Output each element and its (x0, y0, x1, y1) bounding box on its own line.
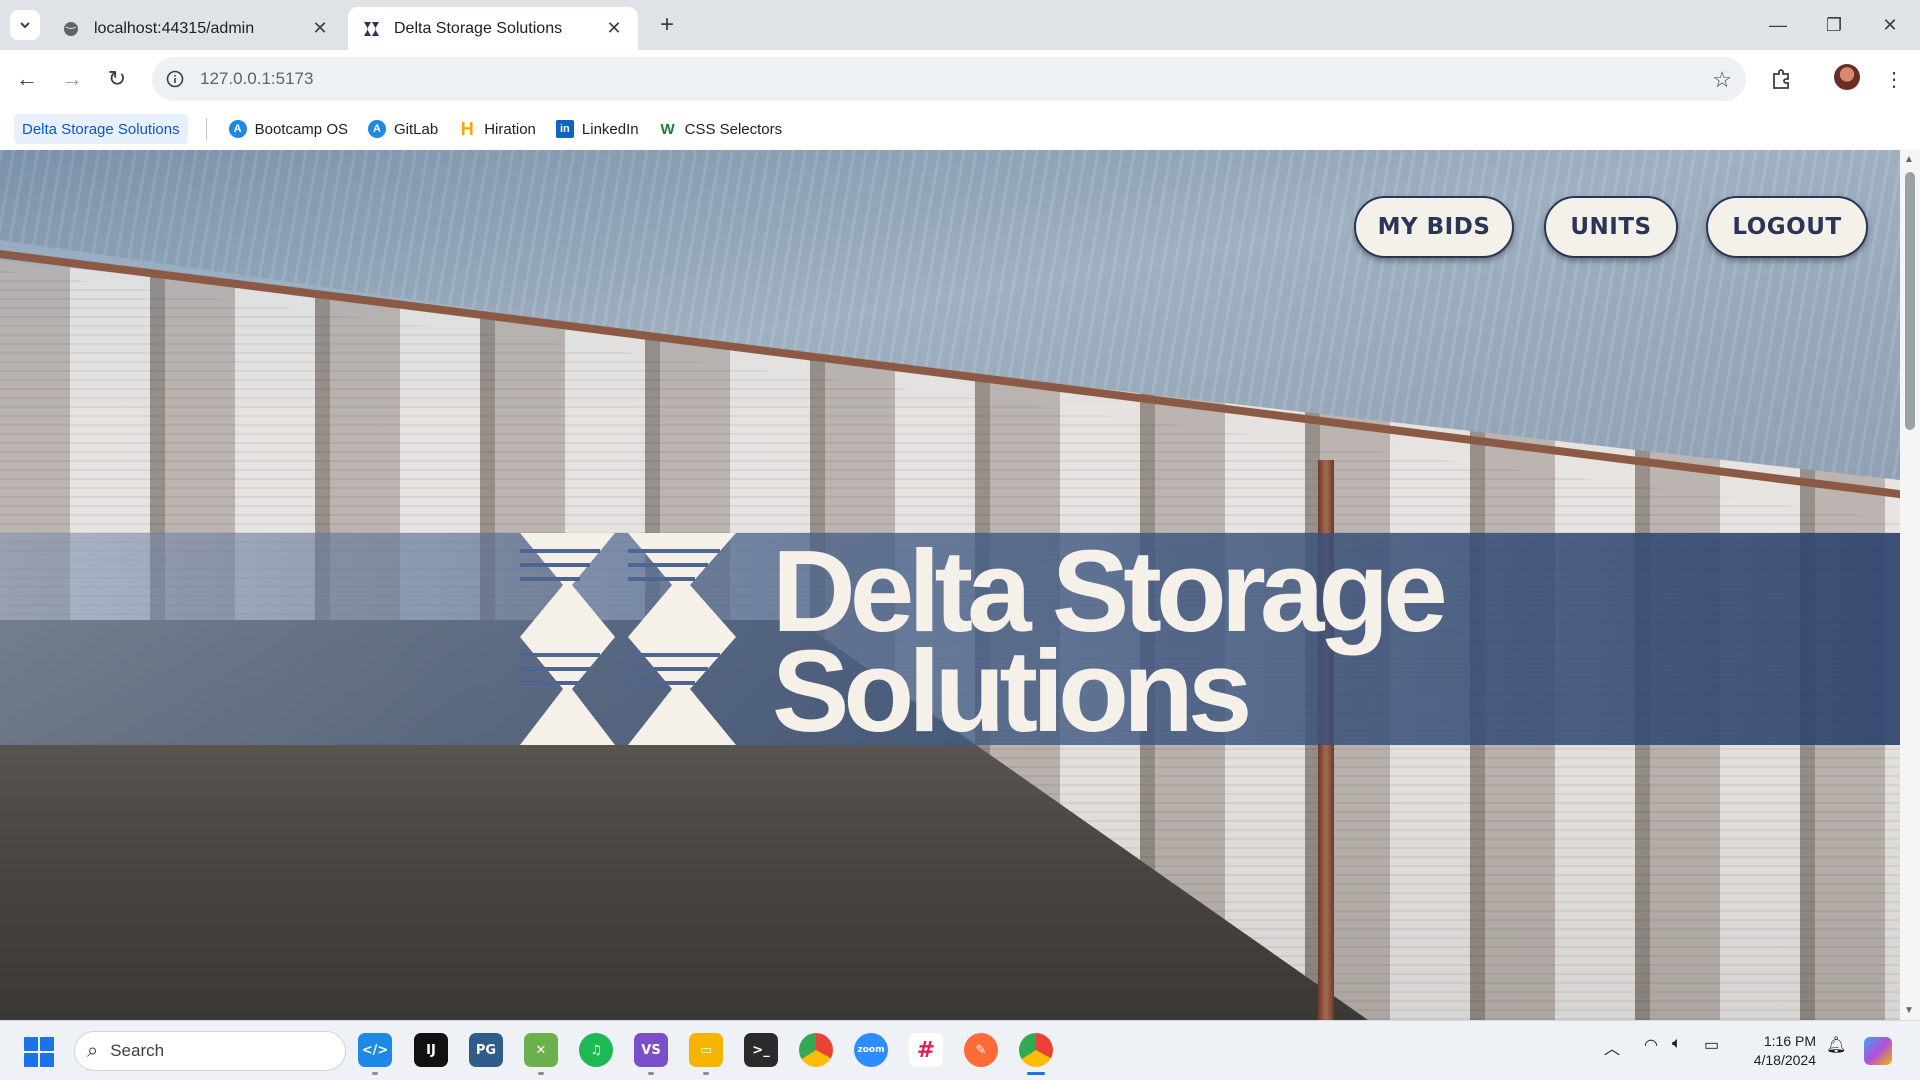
globe-icon (62, 20, 80, 38)
bookmark-label: Delta Storage Solutions (22, 120, 180, 138)
minimize-icon[interactable]: — (1750, 0, 1806, 50)
tray-overflow-icon[interactable]: ︿ (1604, 1035, 1620, 1059)
windows-start-icon[interactable] (24, 1037, 54, 1067)
h-icon: H (460, 118, 474, 139)
clock-date: 4/18/2024 (1753, 1052, 1816, 1068)
new-tab-button[interactable]: + (652, 10, 682, 40)
system-clock[interactable]: 1:16 PM 4/18/2024 (1736, 1032, 1816, 1070)
delta-logo (520, 533, 736, 745)
bookmark-divider (205, 118, 207, 140)
drawio-icon[interactable]: ✕ (524, 1033, 558, 1075)
bookmark-delta-storage[interactable]: Delta Storage Solutions (14, 114, 188, 144)
taskbar-search[interactable]: ⌕ Search (74, 1031, 346, 1071)
bookmarks-bar: Delta Storage Solutions A Bootcamp OS A … (0, 108, 1920, 150)
tab-title: Delta Storage Solutions (394, 19, 563, 37)
a-circle-icon: A (368, 120, 386, 138)
browser-tab-strip: localhost:44315/admin ✕ Delta Storage So… (0, 0, 1920, 50)
close-tab-icon[interactable]: ✕ (310, 18, 330, 39)
site-info-icon[interactable] (162, 66, 188, 92)
copilot-icon[interactable] (1864, 1037, 1892, 1065)
tab-title: localhost:44315/admin (94, 19, 255, 37)
linkedin-icon: in (555, 120, 574, 138)
chrome-icon[interactable] (799, 1033, 833, 1067)
volume-icon[interactable]: 🔈︎ (1672, 1035, 1682, 1053)
bookmark-label: Bootcamp OS (254, 120, 348, 138)
units-button[interactable]: UNITS (1544, 196, 1678, 258)
file-explorer-icon[interactable]: ▭ (689, 1033, 723, 1075)
postgres-icon[interactable]: PG (469, 1033, 503, 1067)
search-placeholder: Search (110, 1041, 165, 1060)
page-viewport: MY BIDS UNITS LOGOUT Delta Storage Solut… (0, 150, 1900, 1020)
browser-tab-delta[interactable]: Delta Storage Solutions ✕ (348, 7, 638, 50)
bookmark-gitlab[interactable]: A GitLab (360, 114, 446, 144)
terminal-icon[interactable]: >_ (744, 1033, 778, 1067)
bookmark-hiration[interactable]: H Hiration (450, 114, 544, 144)
page-scrollbar[interactable]: ▲ ▼ (1900, 150, 1920, 1020)
logout-button[interactable]: LOGOUT (1706, 196, 1868, 258)
window-close-icon[interactable]: ✕ (1862, 0, 1918, 50)
brand-title-line2: Solutions (772, 626, 1252, 756)
bookmark-label: Hiration (484, 120, 536, 138)
intellij-icon[interactable]: IJ (414, 1033, 448, 1067)
reload-icon[interactable]: ↻ (100, 62, 134, 96)
extensions-icon[interactable] (1765, 63, 1797, 95)
spotify-icon[interactable]: ♫ (579, 1033, 613, 1067)
profile-avatar[interactable] (1834, 64, 1860, 90)
zoom-icon[interactable]: zoom (854, 1033, 888, 1067)
bookmark-star-icon[interactable]: ☆ (1712, 67, 1732, 93)
slack-icon[interactable]: # (909, 1033, 943, 1067)
close-tab-icon[interactable]: ✕ (604, 18, 624, 39)
battery-icon[interactable]: ▭ (1704, 1035, 1719, 1055)
forward-arrow-icon[interactable]: → (55, 62, 89, 96)
restore-icon[interactable]: ❐ (1806, 0, 1862, 50)
bookmark-linkedin[interactable]: in LinkedIn (548, 114, 647, 144)
back-arrow-icon[interactable]: ← (10, 62, 44, 96)
w-icon: W (660, 120, 675, 138)
brand-title: Delta Storage Solutions (772, 533, 1448, 756)
scrollbar-thumb[interactable] (1905, 172, 1915, 430)
bookmark-css-selectors[interactable]: W CSS Selectors (651, 114, 791, 144)
delta-logo-icon (362, 20, 380, 38)
my-bids-button[interactable]: MY BIDS (1354, 196, 1514, 258)
more-menu-icon[interactable]: ⋮ (1878, 63, 1910, 95)
scroll-up-icon[interactable]: ▲ (1904, 154, 1914, 165)
postman-icon[interactable]: ✎ (964, 1033, 998, 1067)
bookmark-label: GitLab (394, 120, 439, 138)
taskbar: ⌕ Search </> IJ PG ✕ ♫ VS ▭ >_ zoom # ✎ … (0, 1020, 1920, 1080)
visual-studio-icon[interactable]: VS (634, 1033, 668, 1075)
wifi-icon[interactable]: ◠ (1644, 1035, 1658, 1055)
chevron-down-icon (20, 22, 30, 29)
clock-time: 1:16 PM (1763, 1033, 1816, 1049)
notification-bell-icon[interactable]: 🔔︎ (1826, 1035, 1846, 1055)
tab-search-button[interactable] (10, 10, 40, 40)
browser-tab-admin[interactable]: localhost:44315/admin ✕ (48, 7, 344, 50)
url-text: 127.0.0.1:5173 (200, 69, 314, 88)
vscode-icon[interactable]: </> (358, 1033, 392, 1075)
browser-toolbar: ← → ↻ 127.0.0.1:5173 ☆ ⋮ (0, 50, 1920, 108)
a-circle-icon: A (228, 120, 247, 138)
bookmark-label: CSS Selectors (684, 120, 783, 138)
bookmark-label: LinkedIn (581, 120, 639, 138)
scroll-down-icon[interactable]: ▼ (1904, 1005, 1914, 1016)
address-bar[interactable]: 127.0.0.1:5173 ☆ (152, 57, 1746, 101)
chrome-active-icon[interactable] (1019, 1033, 1053, 1075)
bookmark-bootcamp-os[interactable]: A Bootcamp OS (221, 114, 356, 144)
search-icon: ⌕ (87, 1039, 99, 1062)
